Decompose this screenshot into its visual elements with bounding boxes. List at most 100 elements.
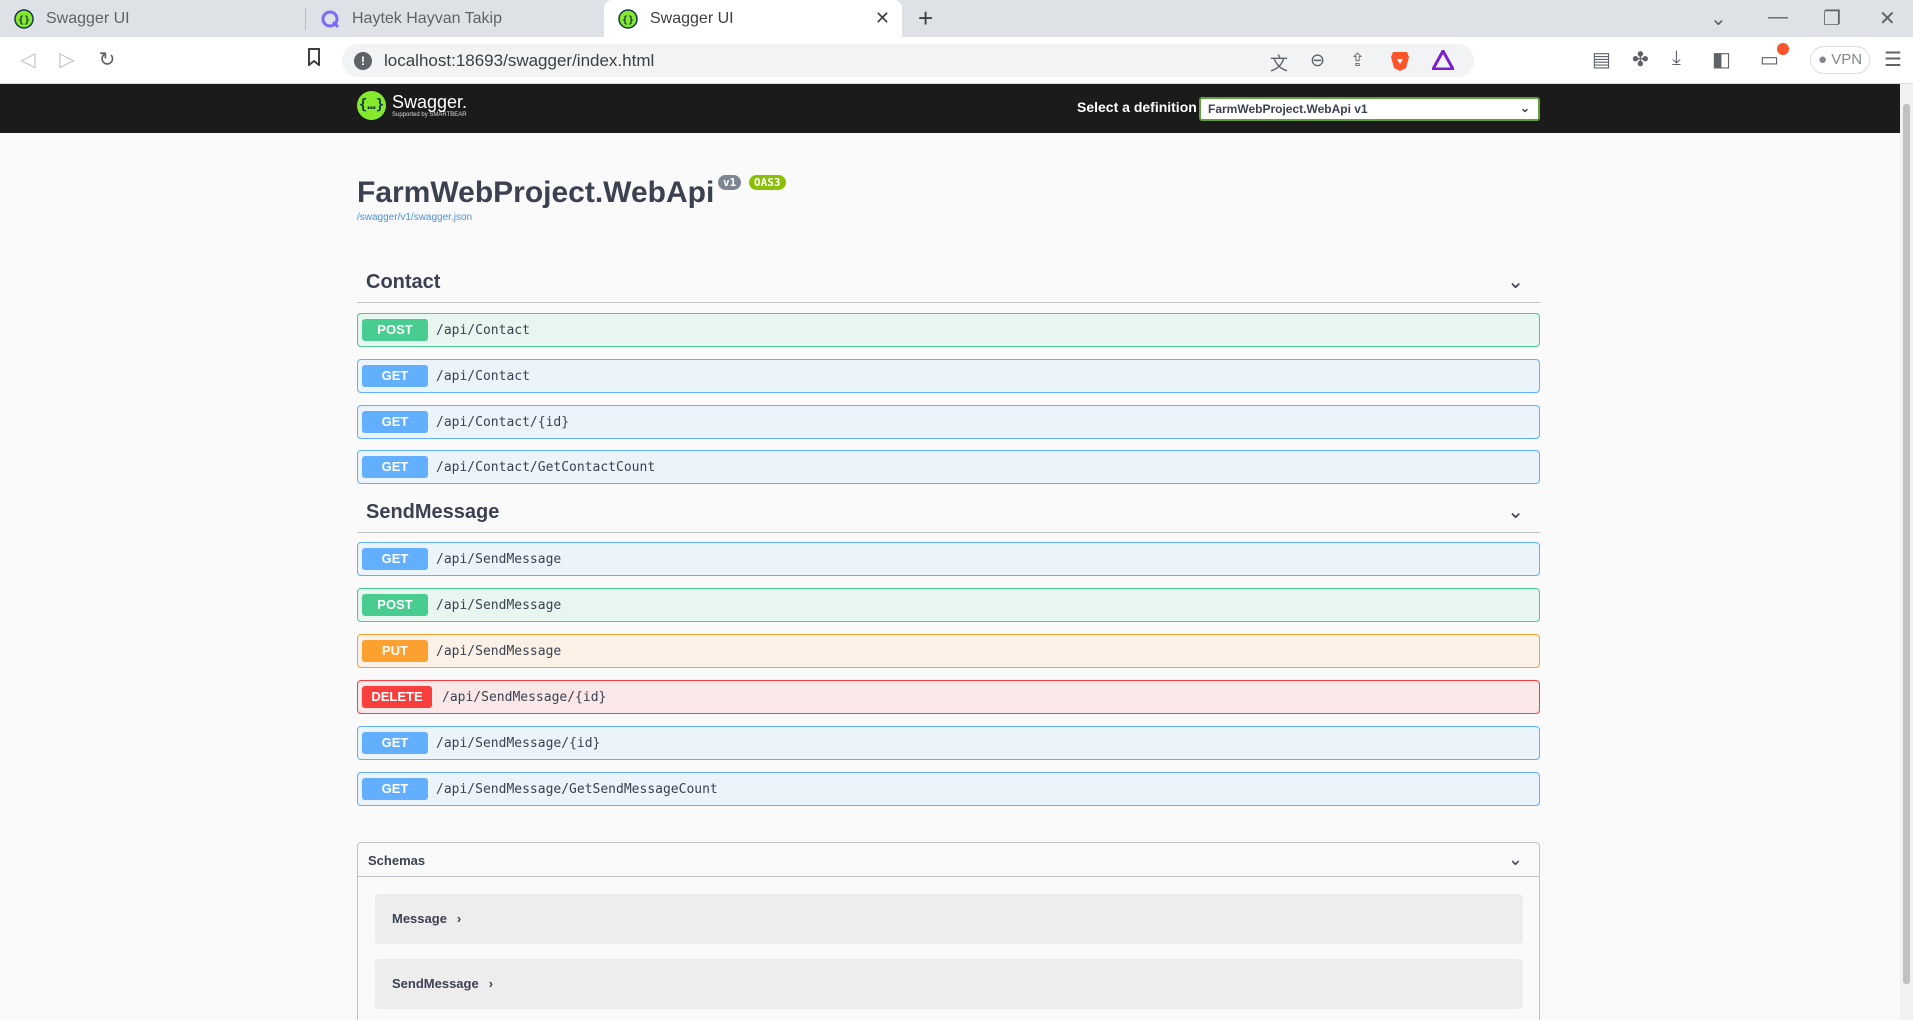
scrollbar-thumb[interactable] — [1903, 104, 1910, 984]
operation-path: /api/Contact/{id} — [436, 415, 570, 430]
close-tab-icon[interactable]: ✕ — [875, 9, 890, 27]
vpn-button[interactable]: ● VPN — [1810, 46, 1870, 74]
chevron-down-icon: ⌄ — [1519, 101, 1530, 115]
operation-row[interactable]: GET /api/Contact — [357, 359, 1540, 393]
operation-path: /api/SendMessage/{id} — [436, 736, 601, 751]
restore-icon[interactable]: ❐ — [1823, 6, 1841, 31]
operation-path: /api/Contact/GetContactCount — [436, 460, 656, 475]
schemas-title: Schemas — [368, 853, 426, 868]
operation-row[interactable]: PUT /api/SendMessage — [357, 634, 1540, 668]
swagger-favicon-icon: {} — [14, 8, 34, 29]
swagger-logo[interactable]: {…} Swagger. Supported by SMARTBEAR — [357, 91, 467, 120]
operation-path: /api/SendMessage — [436, 598, 562, 613]
tab-title: Haytek Hayvan Takip — [352, 9, 502, 27]
reload-icon[interactable]: ↻ — [95, 48, 119, 72]
model-name: Message — [392, 911, 447, 926]
svg-text:{}: {} — [622, 15, 634, 26]
brave-shields-icon[interactable] — [1390, 50, 1410, 77]
minimize-icon[interactable]: — — [1768, 6, 1788, 29]
operation-path: /api/Contact — [436, 369, 530, 384]
method-badge: GET — [362, 548, 428, 570]
operation-path: /api/SendMessage/GetSendMessageCount — [436, 782, 718, 797]
tab-title: Swagger UI — [46, 9, 130, 27]
menu-icon[interactable]: ☰ — [1884, 47, 1902, 72]
operation-row[interactable]: POST /api/Contact — [357, 313, 1540, 347]
method-badge: PUT — [362, 640, 428, 662]
tab-search-chevron-icon[interactable]: ⌄ — [1710, 6, 1727, 31]
zoom-icon[interactable]: ⊖ — [1310, 50, 1325, 71]
schema-model[interactable]: Message › — [375, 894, 1523, 944]
operation-path: /api/SendMessage — [436, 552, 562, 567]
bookmark-icon[interactable] — [302, 48, 326, 72]
logo-subtitle: Supported by SMARTBEAR — [392, 111, 467, 118]
svg-text:{}: {} — [18, 15, 30, 26]
method-badge: GET — [362, 456, 428, 478]
browser-tab-bar: {} Swagger UI Haytek Hayvan Takip {} Swa… — [0, 0, 1913, 37]
share-icon[interactable]: ⇪ — [1350, 50, 1365, 71]
extensions-icon[interactable]: ✤ — [1632, 47, 1649, 72]
operation-path: /api/SendMessage — [436, 644, 562, 659]
browser-toolbar: ◁ ▷ ↻ ! localhost:18693/swagger/index.ht… — [0, 37, 1913, 84]
schema-model[interactable]: SendMessage › — [375, 959, 1523, 1009]
tab-title: Swagger UI — [650, 9, 734, 27]
q-favicon-icon — [321, 10, 340, 28]
method-badge: POST — [362, 319, 428, 341]
close-window-icon[interactable]: ✕ — [1879, 6, 1896, 31]
swagger-favicon-icon: {} — [618, 8, 638, 29]
chevron-down-icon[interactable]: ⌄ — [1507, 499, 1524, 524]
operation-path: /api/Contact — [436, 323, 530, 338]
method-badge: GET — [362, 732, 428, 754]
method-badge: POST — [362, 594, 428, 616]
url-text[interactable]: localhost:18693/swagger/index.html — [384, 51, 654, 71]
tag-name: Contact — [366, 271, 441, 293]
page-content: {…} Swagger. Supported by SMARTBEAR Sele… — [0, 84, 1900, 1020]
operation-row[interactable]: GET /api/SendMessage — [357, 542, 1540, 576]
address-bar[interactable]: ! localhost:18693/swagger/index.html 文 ⊖… — [342, 44, 1474, 77]
browser-tab-3-active[interactable]: {} Swagger UI ✕ — [604, 0, 902, 37]
browser-tab-1[interactable]: {} Swagger UI — [0, 0, 305, 37]
tag-contact-header[interactable]: Contact ⌄ — [357, 267, 1540, 303]
operation-row[interactable]: GET /api/Contact/{id} — [357, 405, 1540, 439]
site-info-icon[interactable]: ! — [354, 52, 372, 70]
api-title: FarmWebProject.WebApi — [357, 176, 715, 209]
method-badge: GET — [362, 365, 428, 387]
model-name: SendMessage — [392, 976, 479, 991]
schemas-section: Schemas ⌄ Message › SendMessage › — [357, 842, 1540, 1020]
operation-row[interactable]: GET /api/Contact/GetContactCount — [357, 450, 1540, 484]
forward-icon[interactable]: ▷ — [55, 48, 79, 72]
vpn-label: VPN — [1831, 51, 1863, 68]
logo-name: Swagger. — [392, 91, 468, 112]
oas-badge: OAS3 — [749, 175, 786, 190]
operation-path: /api/SendMessage/{id} — [442, 690, 607, 705]
selected-definition: FarmWebProject.WebApi v1 — [1208, 102, 1368, 116]
method-badge: GET — [362, 778, 428, 800]
tag-name: SendMessage — [366, 501, 500, 523]
notification-dot — [1777, 43, 1789, 55]
browser-tab-2[interactable]: Haytek Hayvan Takip — [306, 0, 604, 37]
definition-select[interactable]: FarmWebProject.WebApi v1 ⌄ — [1199, 97, 1540, 121]
reader-mode-icon[interactable]: ▤ — [1592, 47, 1611, 72]
schemas-header[interactable]: Schemas ⌄ — [358, 843, 1539, 877]
new-tab-icon[interactable]: + — [918, 3, 933, 34]
sidebar-icon[interactable]: ◧ — [1712, 47, 1731, 72]
operation-row[interactable]: DELETE /api/SendMessage/{id} — [357, 680, 1540, 714]
swagger-logo-icon: {…} — [357, 91, 386, 120]
method-badge: GET — [362, 411, 428, 433]
chevron-right-icon: › — [456, 911, 462, 926]
method-badge: DELETE — [362, 686, 432, 708]
chevron-down-icon[interactable]: ⌄ — [1508, 849, 1523, 870]
tag-sendmessage-header[interactable]: SendMessage ⌄ — [357, 497, 1540, 533]
chevron-down-icon[interactable]: ⌄ — [1507, 269, 1524, 294]
operation-row[interactable]: POST /api/SendMessage — [357, 588, 1540, 622]
translate-icon[interactable]: 文 — [1270, 50, 1288, 76]
operation-row[interactable]: GET /api/SendMessage/GetSendMessageCount — [357, 772, 1540, 806]
wallet-icon[interactable]: ▭ — [1760, 43, 1789, 72]
downloads-icon[interactable]: ⤓ — [1672, 47, 1681, 70]
brave-rewards-icon[interactable] — [1430, 47, 1456, 75]
operation-row[interactable]: GET /api/SendMessage/{id} — [357, 726, 1540, 760]
spec-json-link[interactable]: /swagger/v1/swagger.json — [357, 212, 472, 223]
chevron-right-icon: › — [488, 976, 494, 991]
back-icon[interactable]: ◁ — [16, 48, 40, 72]
page-scrollbar[interactable] — [1900, 84, 1913, 1020]
select-definition-label: Select a definition — [1077, 99, 1197, 115]
